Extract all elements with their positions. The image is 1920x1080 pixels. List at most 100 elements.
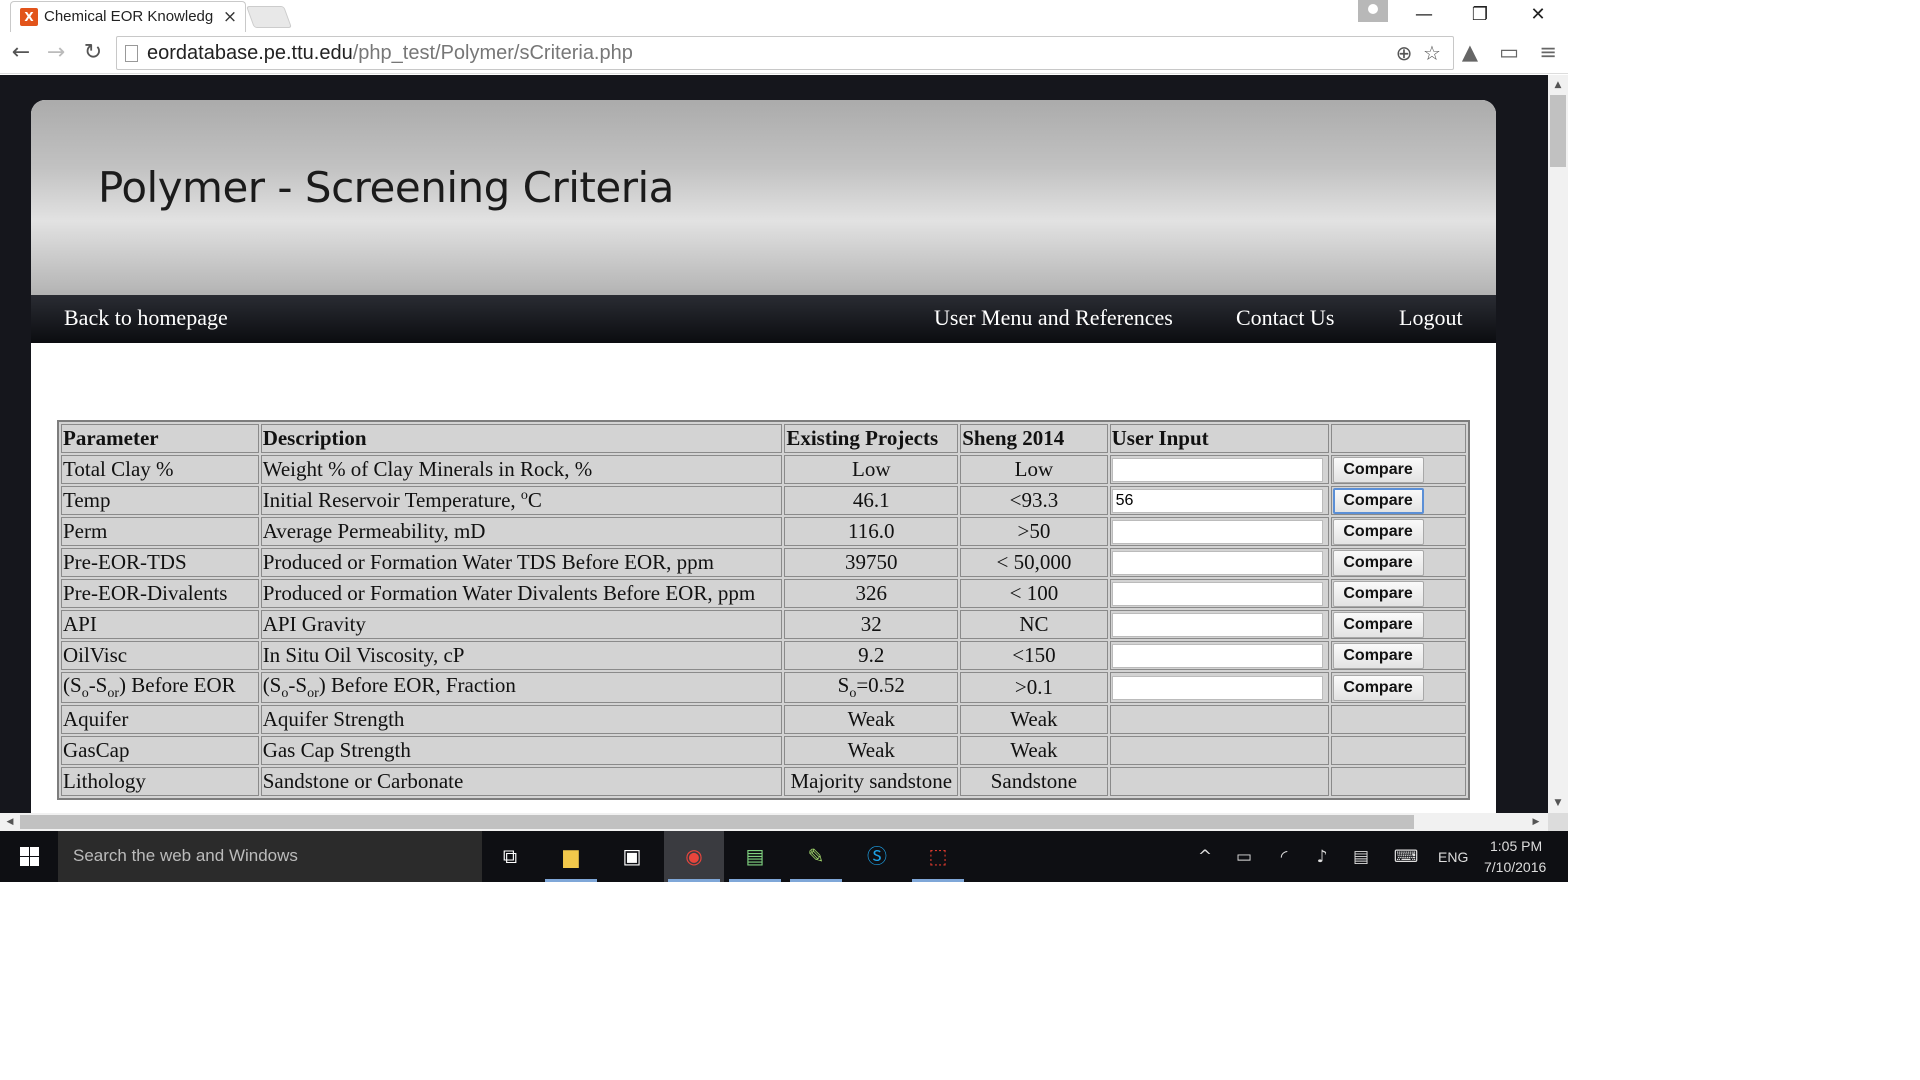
extension-icon[interactable]: ▲ xyxy=(1455,37,1485,67)
compare-button[interactable]: Compare xyxy=(1332,642,1424,669)
horizontal-scroll-thumb[interactable] xyxy=(20,815,1414,829)
user-input-field[interactable] xyxy=(1111,643,1323,668)
profile-icon[interactable] xyxy=(1358,0,1388,22)
notepad-plus-icon[interactable]: ✎ xyxy=(786,831,846,882)
scroll-down-arrow-icon[interactable]: ▼ xyxy=(1548,795,1568,811)
header-user-input: User Input xyxy=(1109,424,1329,453)
compare-button[interactable]: Compare xyxy=(1332,549,1424,576)
windows-start-icon[interactable] xyxy=(0,831,58,882)
sheng-2014-cell: Weak xyxy=(960,736,1108,766)
minimize-icon[interactable]: — xyxy=(1396,0,1452,30)
page-header: Polymer - Screening Criteria xyxy=(31,100,1496,295)
horizontal-scrollbar[interactable]: ◀ ▶ xyxy=(0,813,1548,831)
sheng-2014-cell: NC xyxy=(960,610,1108,639)
table-row: Pre-EOR-Divalents Produced or Formation … xyxy=(61,579,1466,608)
compare-button[interactable]: Compare xyxy=(1332,518,1424,545)
wifi-icon[interactable]: ◜ xyxy=(1272,845,1296,869)
search-placeholder: Search the web and Windows xyxy=(73,846,298,865)
chrome-icon[interactable]: ◉ xyxy=(664,831,724,882)
vertical-scrollbar[interactable]: ▲ ▼ xyxy=(1548,75,1568,813)
contact-us-link[interactable]: Contact Us xyxy=(1236,305,1334,331)
user-menu-link[interactable]: User Menu and References xyxy=(934,305,1173,331)
user-input-field[interactable] xyxy=(1111,457,1323,482)
parameter-cell: (So-Sor) Before EOR xyxy=(61,672,259,704)
close-window-icon[interactable]: ✕ xyxy=(1510,0,1566,30)
action-center-icon[interactable]: ▤ xyxy=(1349,845,1373,869)
user-input-field[interactable] xyxy=(1111,675,1323,700)
site-favicon-icon: X xyxy=(20,8,38,26)
existing-projects-cell: Weak xyxy=(784,705,959,735)
screening-criteria-table: Parameter Description Existing Projects … xyxy=(57,420,1470,801)
scroll-left-arrow-icon[interactable]: ◀ xyxy=(2,813,18,831)
table-row: (So-Sor) Before EOR (So-Sor) Before EOR,… xyxy=(61,672,1466,704)
page-container: Polymer - Screening Criteria Back to hom… xyxy=(31,100,1496,813)
back-arrow-icon[interactable]: ← xyxy=(6,38,36,68)
description-cell: Produced or Formation Water Divalents Be… xyxy=(260,579,783,608)
sheng-2014-cell: Sandstone xyxy=(960,767,1108,797)
user-input-cell xyxy=(1109,610,1329,639)
language-indicator[interactable]: ENG xyxy=(1438,849,1468,865)
description-cell: Sandstone or Carbonate xyxy=(260,767,783,797)
forward-arrow-icon[interactable]: → xyxy=(41,38,71,68)
bookmark-star-icon[interactable]: ☆ xyxy=(1419,40,1445,66)
terminal-icon[interactable]: ▤ xyxy=(725,831,785,882)
compare-cell: Compare xyxy=(1330,579,1466,608)
user-input-field[interactable] xyxy=(1111,550,1323,575)
back-to-homepage-link[interactable]: Back to homepage xyxy=(64,305,228,331)
user-input-cell xyxy=(1109,705,1329,735)
scroll-right-arrow-icon[interactable]: ▶ xyxy=(1528,813,1544,831)
page-title: Polymer - Screening Criteria xyxy=(98,163,674,212)
compare-button[interactable]: Compare xyxy=(1332,456,1424,483)
close-tab-icon[interactable]: × xyxy=(221,6,239,28)
table-row: Lithology Sandstone or Carbonate Majorit… xyxy=(61,767,1466,797)
user-input-cell xyxy=(1109,548,1329,577)
parameter-cell: OilVisc xyxy=(61,641,259,670)
sheng-2014-cell: < 100 xyxy=(960,579,1108,608)
user-input-field[interactable] xyxy=(1111,612,1323,637)
compare-button[interactable]: Compare xyxy=(1332,487,1424,514)
user-input-cell xyxy=(1109,767,1329,797)
address-bar[interactable]: eordatabase.pe.ttu.edu/php_test/Polymer/… xyxy=(116,36,1454,70)
compare-button[interactable]: Compare xyxy=(1332,611,1424,638)
battery-icon[interactable]: ▭ xyxy=(1232,845,1256,869)
keyboard-icon[interactable]: ⌨ xyxy=(1392,845,1420,869)
compare-cell: Compare xyxy=(1330,672,1466,704)
vertical-scroll-thumb[interactable] xyxy=(1550,95,1566,167)
user-input-field[interactable] xyxy=(1111,519,1323,544)
description-cell: Gas Cap Strength xyxy=(260,736,783,766)
taskbar-search-box[interactable]: Search the web and Windows xyxy=(58,831,482,882)
file-explorer-icon[interactable]: ▆ xyxy=(541,831,601,882)
compare-cell: Compare xyxy=(1330,455,1466,484)
reload-icon[interactable]: ↻ xyxy=(78,38,108,68)
skype-icon[interactable]: Ⓢ xyxy=(847,831,907,882)
scroll-up-arrow-icon[interactable]: ▲ xyxy=(1548,77,1568,93)
acrobat-icon[interactable]: ⬚ xyxy=(908,831,968,882)
restore-icon[interactable]: ❐ xyxy=(1452,0,1508,30)
browser-tab[interactable]: X Chemical EOR Knowledge × xyxy=(10,1,246,32)
clock-time[interactable]: 1:05 PM xyxy=(1490,838,1542,854)
cast-icon[interactable]: ▭ xyxy=(1494,37,1524,67)
logout-link[interactable]: Logout xyxy=(1399,305,1463,331)
compare-cell xyxy=(1330,736,1466,766)
task-view-icon[interactable]: ⧉ xyxy=(480,831,540,882)
compare-cell: Compare xyxy=(1330,610,1466,639)
user-input-cell xyxy=(1109,486,1329,515)
compare-button[interactable]: Compare xyxy=(1332,580,1424,607)
show-hidden-icons-chevron-icon[interactable]: ^ xyxy=(1193,845,1217,869)
table-row: Total Clay % Weight % of Clay Minerals i… xyxy=(61,455,1466,484)
user-input-field[interactable] xyxy=(1111,488,1323,513)
clock-date[interactable]: 7/10/2016 xyxy=(1484,859,1546,875)
url-text[interactable]: eordatabase.pe.ttu.edu/php_test/Polymer/… xyxy=(147,41,633,65)
parameter-cell: Temp xyxy=(61,486,259,515)
zoom-icon[interactable]: ⊕ xyxy=(1391,40,1417,66)
command-prompt-icon[interactable]: ▣ xyxy=(602,831,662,882)
chrome-menu-icon[interactable]: ≡ xyxy=(1533,37,1563,67)
header-description: Description xyxy=(260,424,783,453)
compare-button[interactable]: Compare xyxy=(1332,674,1424,701)
windows-taskbar: Search the web and Windows ⧉ ▆ ▣ ◉ ▤ ✎ Ⓢ… xyxy=(0,831,1568,882)
compare-cell: Compare xyxy=(1330,548,1466,577)
new-tab-button[interactable] xyxy=(245,6,293,28)
user-input-field[interactable] xyxy=(1111,581,1323,606)
table-row: API API Gravity 32 NC Compare xyxy=(61,610,1466,639)
volume-icon[interactable]: ♪ xyxy=(1310,845,1334,869)
